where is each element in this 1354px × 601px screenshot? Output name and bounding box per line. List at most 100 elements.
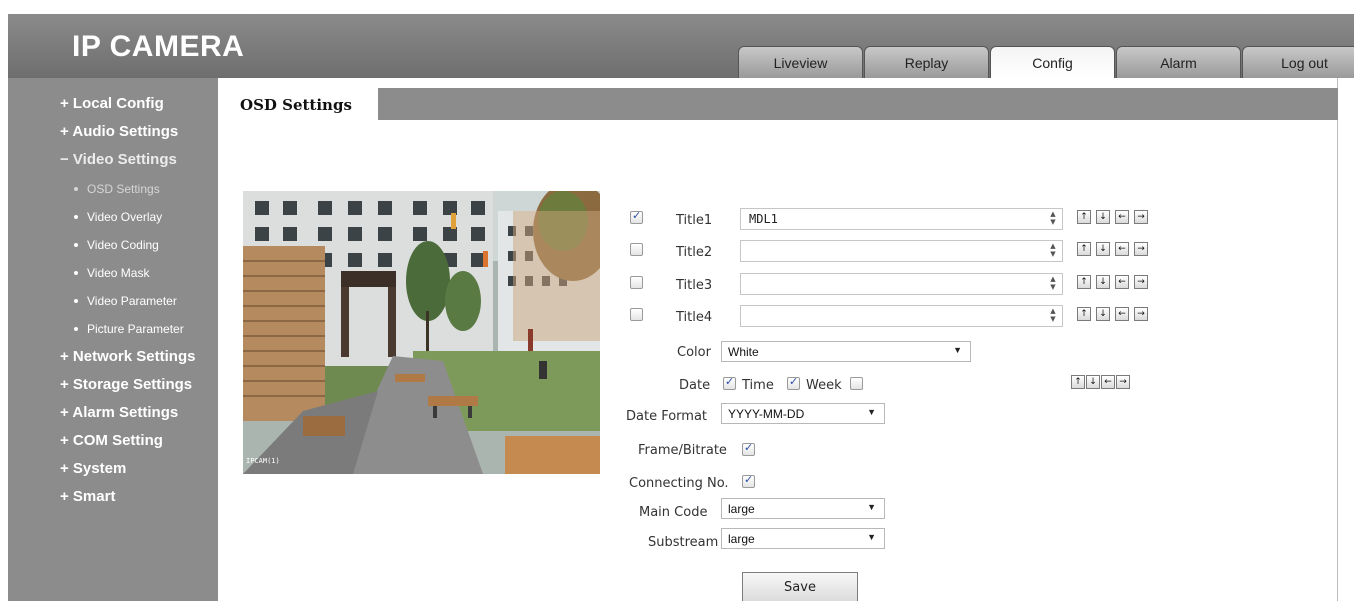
title2-position-arrows: ↑ ↓ ← → bbox=[1077, 242, 1148, 256]
sidebar-subitem-video-mask[interactable]: Video Mask bbox=[74, 266, 149, 280]
color-select[interactable]: White ▼ bbox=[721, 341, 971, 362]
tab-alarm[interactable]: Alarm bbox=[1116, 46, 1241, 78]
title2-spinner-icon[interactable]: ▲ ▼ bbox=[1047, 242, 1059, 260]
sidebar-subitem-video-parameter[interactable]: Video Parameter bbox=[74, 294, 177, 308]
sidebar-subitem-label: Video Mask bbox=[87, 266, 150, 280]
title1-input[interactable]: MDL1 bbox=[740, 208, 1063, 230]
sidebar-item-storage-settings[interactable]: + Storage Settings bbox=[60, 376, 192, 393]
title2-label: Title2 bbox=[676, 245, 713, 260]
date-position-arrows: ↑ ↓ ← → bbox=[1071, 375, 1130, 389]
color-select-value: White bbox=[728, 345, 759, 359]
connecting-no-label: Connecting No. bbox=[629, 476, 729, 491]
sidebar-item-system[interactable]: + System bbox=[60, 460, 126, 477]
arrow-up-icon[interactable]: ↑ bbox=[1077, 242, 1091, 256]
arrow-up-icon[interactable]: ↑ bbox=[1077, 210, 1091, 224]
sidebar-subitem-label: Video Coding bbox=[87, 238, 159, 252]
arrow-up-icon[interactable]: ↑ bbox=[1077, 275, 1091, 289]
bullet-icon bbox=[74, 242, 78, 247]
arrow-down-icon[interactable]: ↓ bbox=[1096, 307, 1110, 321]
tab-log-out[interactable]: Log out bbox=[1242, 46, 1354, 78]
connecting-no-checkbox[interactable] bbox=[742, 473, 755, 488]
title3-spinner-icon[interactable]: ▲ ▼ bbox=[1047, 275, 1059, 293]
sidebar-subitem-picture-parameter[interactable]: Picture Parameter bbox=[74, 322, 184, 336]
arrow-down-icon[interactable]: ↓ bbox=[1086, 375, 1100, 389]
sidebar-subitem-label: Video Overlay bbox=[87, 210, 163, 224]
save-button[interactable]: Save bbox=[742, 572, 858, 601]
title2-checkbox[interactable] bbox=[630, 243, 643, 256]
arrow-right-icon[interactable]: → bbox=[1134, 242, 1148, 256]
arrow-right-icon[interactable]: → bbox=[1134, 210, 1148, 224]
arrow-up-icon[interactable]: ↑ bbox=[1071, 375, 1085, 389]
title4-checkbox[interactable] bbox=[630, 308, 643, 321]
subtab-osd-settings[interactable]: OSD Settings bbox=[218, 88, 378, 120]
chevron-down-icon: ▼ bbox=[867, 502, 876, 512]
arrow-down-icon[interactable]: ↓ bbox=[1096, 210, 1110, 224]
title1-checkbox[interactable] bbox=[630, 209, 643, 224]
arrow-left-icon[interactable]: ← bbox=[1115, 275, 1129, 289]
sidebar-item-com-setting[interactable]: + COM Setting bbox=[60, 432, 163, 449]
sidebar-subitem-video-overlay[interactable]: Video Overlay bbox=[74, 210, 162, 224]
app-logo: IP CAMERA bbox=[72, 30, 245, 63]
tab-config[interactable]: Config bbox=[990, 46, 1115, 78]
week-label: Week bbox=[806, 378, 842, 393]
frame-bitrate-checkbox[interactable] bbox=[742, 441, 755, 456]
title1-position-arrows: ↑ ↓ ← → bbox=[1077, 210, 1148, 224]
main-code-label: Main Code bbox=[639, 505, 708, 520]
sidebar-item-local-config[interactable]: + Local Config bbox=[60, 95, 164, 112]
title3-input[interactable] bbox=[740, 273, 1063, 295]
main-code-select[interactable]: large ▼ bbox=[721, 498, 885, 519]
substream-select[interactable]: large ▼ bbox=[721, 528, 885, 549]
tab-liveview[interactable]: Liveview bbox=[738, 46, 863, 78]
tab-replay[interactable]: Replay bbox=[864, 46, 989, 78]
time-label: Time bbox=[742, 378, 774, 393]
arrow-down-icon[interactable]: ↓ bbox=[1096, 242, 1110, 256]
preview-overlay-text: IPCAM(1) bbox=[246, 457, 280, 465]
arrow-left-icon[interactable]: ← bbox=[1115, 242, 1129, 256]
title4-input[interactable] bbox=[740, 305, 1063, 327]
title4-label: Title4 bbox=[676, 310, 713, 325]
sidebar-subitem-video-coding[interactable]: Video Coding bbox=[74, 238, 159, 252]
camera-preview-scene: IPCAM(1) bbox=[243, 191, 600, 474]
bullet-icon bbox=[74, 270, 78, 275]
bullet-icon bbox=[74, 214, 78, 219]
chevron-down-icon: ▼ bbox=[867, 532, 876, 542]
arrow-right-icon[interactable]: → bbox=[1116, 375, 1130, 389]
camera-preview: IPCAM(1) bbox=[243, 191, 600, 474]
main-nav-tabs: Liveview Replay Config Alarm Log out bbox=[738, 46, 1354, 78]
arrow-right-icon[interactable]: → bbox=[1134, 275, 1148, 289]
sidebar-item-network-settings[interactable]: + Network Settings bbox=[60, 348, 195, 365]
arrow-right-icon[interactable]: → bbox=[1134, 307, 1148, 321]
chevron-down-icon: ▼ bbox=[867, 407, 876, 417]
chevron-down-icon: ▼ bbox=[953, 345, 962, 355]
subtab-bar: OSD Settings bbox=[218, 88, 1338, 120]
date-format-label: Date Format bbox=[626, 409, 708, 424]
arrow-up-icon[interactable]: ↑ bbox=[1077, 307, 1091, 321]
title3-position-arrows: ↑ ↓ ← → bbox=[1077, 275, 1148, 289]
sidebar-subitem-osd-settings[interactable]: OSD Settings bbox=[74, 182, 160, 196]
title1-spinner-icon[interactable]: ▲ ▼ bbox=[1047, 210, 1059, 228]
bullet-icon bbox=[74, 186, 78, 191]
arrow-left-icon[interactable]: ← bbox=[1115, 307, 1129, 321]
sidebar-item-alarm-settings[interactable]: + Alarm Settings bbox=[60, 404, 178, 421]
arrow-down-icon[interactable]: ↓ bbox=[1096, 275, 1110, 289]
sidebar: + Local Config + Audio Settings − Video … bbox=[8, 78, 218, 601]
date-label: Date bbox=[679, 378, 711, 393]
time-checkbox[interactable] bbox=[787, 375, 800, 390]
date-format-select[interactable]: YYYY-MM-DD ▼ bbox=[721, 403, 885, 424]
main-code-select-value: large bbox=[728, 502, 755, 516]
sidebar-subitem-label: OSD Settings bbox=[87, 182, 160, 196]
title4-spinner-icon[interactable]: ▲ ▼ bbox=[1047, 307, 1059, 325]
sidebar-item-audio-settings[interactable]: + Audio Settings bbox=[60, 123, 178, 140]
title3-label: Title3 bbox=[676, 278, 713, 293]
title3-checkbox[interactable] bbox=[630, 276, 643, 289]
sidebar-item-smart[interactable]: + Smart bbox=[60, 488, 115, 505]
sidebar-item-video-settings[interactable]: − Video Settings bbox=[60, 151, 177, 168]
date-checkbox[interactable] bbox=[723, 375, 736, 390]
color-label: Color bbox=[677, 345, 711, 360]
arrow-left-icon[interactable]: ← bbox=[1101, 375, 1115, 389]
week-checkbox[interactable] bbox=[850, 377, 863, 390]
title1-label: Title1 bbox=[676, 213, 713, 228]
arrow-left-icon[interactable]: ← bbox=[1115, 210, 1129, 224]
substream-select-value: large bbox=[728, 532, 755, 546]
title2-input[interactable] bbox=[740, 240, 1063, 262]
